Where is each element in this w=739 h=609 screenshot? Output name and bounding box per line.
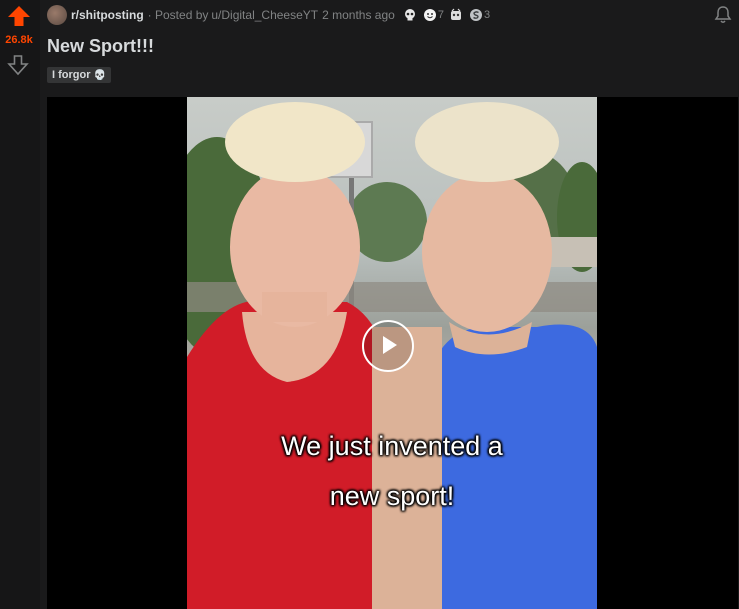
flair-label: I forgor bbox=[52, 69, 91, 81]
award-silver[interactable]: 3 bbox=[469, 8, 490, 22]
downvote-arrow-icon[interactable] bbox=[7, 54, 29, 76]
post-flair[interactable]: I forgor 💀 bbox=[47, 67, 111, 83]
award-wholesome[interactable]: 7 bbox=[423, 8, 444, 22]
upvote-arrow-icon[interactable] bbox=[7, 5, 31, 27]
post-title[interactable]: New Sport!!! bbox=[47, 36, 154, 57]
video-caption-line2: new sport! bbox=[329, 481, 455, 511]
play-button[interactable] bbox=[362, 320, 414, 372]
vote-score: 26.8k bbox=[5, 34, 33, 46]
silver-award-icon bbox=[469, 9, 482, 21]
post-meta: r/shitposting · Posted by u/Digital_Chee… bbox=[47, 5, 495, 25]
award-skull[interactable] bbox=[403, 8, 418, 22]
subreddit-avatar[interactable] bbox=[47, 5, 67, 25]
helpful-award-icon bbox=[450, 8, 461, 20]
author-link[interactable]: u/Digital_CheeseYT bbox=[211, 8, 318, 22]
skull-emoji-icon: 💀 bbox=[93, 69, 106, 81]
video-caption-line1: We just invented a bbox=[281, 431, 503, 461]
award-helpful[interactable] bbox=[449, 8, 464, 22]
vote-column: 26.8k bbox=[0, 0, 40, 609]
wholesome-award-icon bbox=[423, 9, 436, 21]
skull-award-icon bbox=[404, 9, 415, 21]
bell-icon[interactable] bbox=[713, 5, 733, 25]
post-timestamp[interactable]: 2 months ago bbox=[322, 8, 395, 22]
video-thumbnail[interactable]: We just invented a new sport! bbox=[187, 97, 597, 609]
posted-by-label: · Posted by bbox=[147, 8, 209, 22]
subreddit-link[interactable]: r/shitposting bbox=[71, 8, 144, 22]
video-player[interactable]: We just invented a new sport! bbox=[47, 97, 738, 609]
